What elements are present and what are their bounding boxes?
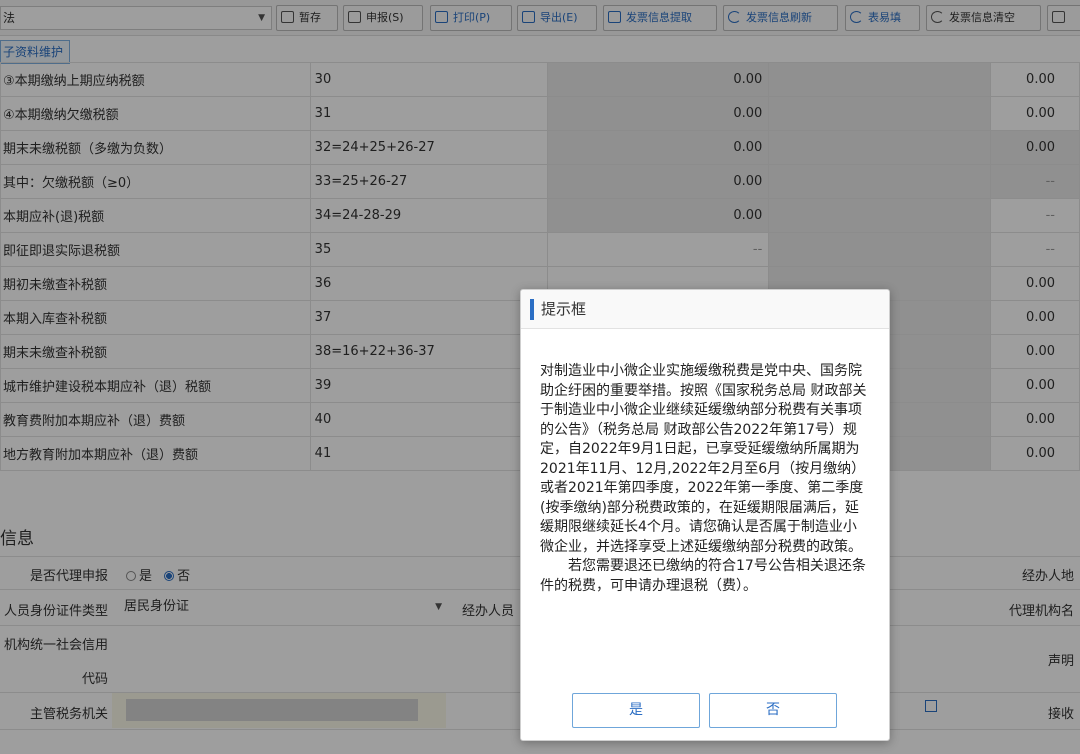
no-button[interactable]: 否 [709,693,837,728]
title-accent-bar [530,299,534,320]
dialog-paragraph-1: 对制造业中小微企业实施缓缴税费是党中央、国务院助企纡困的重要举措。按照《国家税务… [540,363,867,555]
dialog-title: 提示框 [541,300,587,318]
prompt-dialog: 提示框 对制造业中小微企业实施缓缴税费是党中央、国务院助企纡困的重要举措。按照《… [520,289,890,741]
dialog-header: 提示框 [521,290,889,329]
yes-button[interactable]: 是 [572,693,700,728]
dialog-paragraph-2: 若您需要退还已缴纳的符合17号公告相关退还条件的税费，可申请办理退税（费）。 [540,558,866,594]
dialog-message: 对制造业中小微企业实施缓缴税费是党中央、国务院助企纡困的重要举措。按照《国家税务… [540,362,870,596]
